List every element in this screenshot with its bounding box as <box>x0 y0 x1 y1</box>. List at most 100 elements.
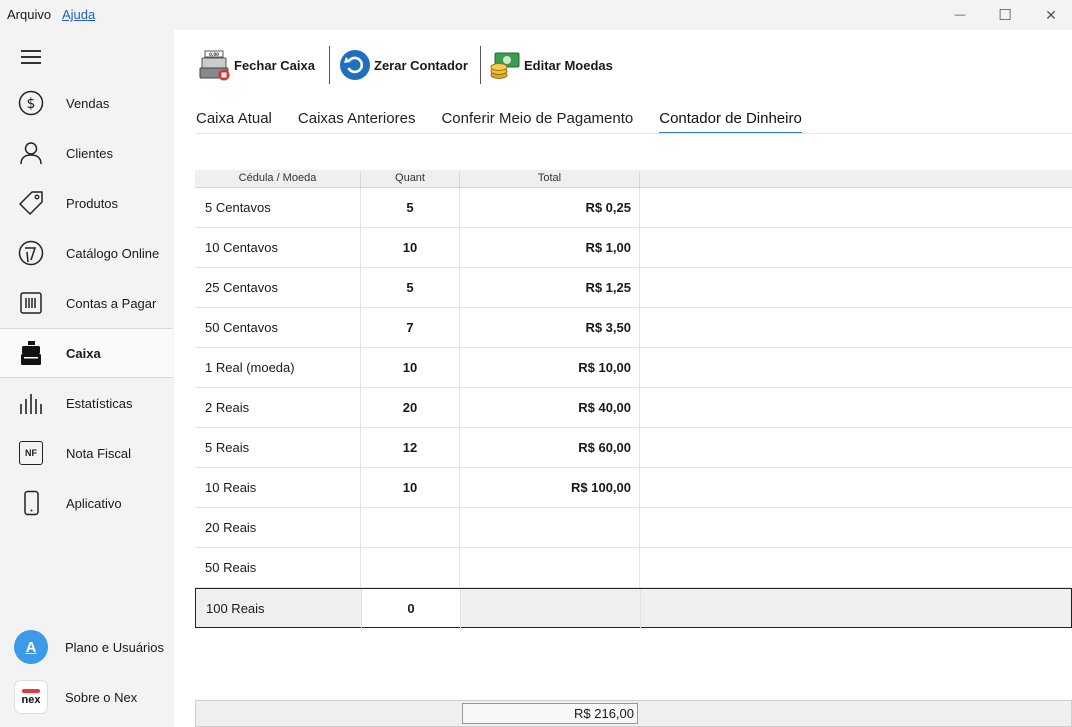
quantity-cell[interactable]: 5 <box>361 200 459 215</box>
table-row[interactable]: 50 Centavos 7 R$ 3,50 <box>195 308 1072 348</box>
maximize-button[interactable]: ☐ <box>982 0 1028 30</box>
phone-icon <box>18 490 44 516</box>
totals-bar: R$ 216,00 <box>195 700 1072 727</box>
denomination-cell: 5 Centavos <box>205 200 271 215</box>
plano-usuarios-item[interactable]: A Plano e Usuários <box>0 625 173 669</box>
sobre-nex-item[interactable]: nex Sobre o Nex <box>0 675 173 719</box>
denomination-cell: 10 Reais <box>205 480 257 495</box>
sobre-nex-label: Sobre o Nex <box>65 689 138 705</box>
zerar-contador-button[interactable]: Zerar Contador <box>339 47 468 83</box>
sidebar-item-label: Caixa <box>66 345 101 361</box>
table-row[interactable]: 25 Centavos 5 R$ 1,25 <box>195 268 1072 308</box>
close-icon: ✕ <box>1045 6 1057 23</box>
editar-moedas-button[interactable]: Editar Moedas <box>489 47 613 83</box>
tab-contador-dinheiro[interactable]: Contador de Dinheiro <box>659 110 802 134</box>
menu-ajuda[interactable]: Ajuda <box>62 7 95 22</box>
total-cell: R$ 40,00 <box>578 400 631 415</box>
quantity-cell[interactable]: 7 <box>361 320 459 335</box>
cash-register-close-icon: 0,00 <box>199 50 230 81</box>
sidebar-item-aplicativo[interactable]: Aplicativo <box>0 478 173 528</box>
menu-arquivo[interactable]: Arquivo <box>7 7 51 22</box>
table-row[interactable]: 5 Reais 12 R$ 60,00 <box>195 428 1072 468</box>
total-cell: R$ 1,00 <box>585 240 631 255</box>
svg-text:$: $ <box>27 96 36 112</box>
table-row[interactable]: 20 Reais <box>195 508 1072 548</box>
cash-register-icon <box>18 340 44 366</box>
cash-counter-grid: Cédula / Moeda Quant Total 5 Centavos 5 R$… <box>195 170 1072 629</box>
table-row[interactable]: 5 Centavos 5 R$ 0,25 <box>195 188 1072 228</box>
denomination-cell: 20 Reais <box>205 520 257 535</box>
total-cell: R$ 0,25 <box>585 200 631 215</box>
sidebar-item-label: Clientes <box>66 145 113 161</box>
table-row[interactable]: 50 Reais <box>195 548 1072 588</box>
fechar-caixa-button[interactable]: 0,00 Fechar Caixa <box>199 47 315 83</box>
sidebar-item-label: Contas a Pagar <box>66 295 157 311</box>
grid-header: Cédula / Moeda Quant Total <box>195 170 1072 190</box>
title-bar: Arquivo Ajuda — ☐ ✕ <box>0 0 1072 30</box>
total-cell: R$ 100,00 <box>571 480 631 495</box>
sidebar-item-nota-fiscal[interactable]: NF Nota Fiscal <box>0 428 173 478</box>
sidebar-item-produtos[interactable]: Produtos <box>0 178 173 228</box>
sidebar-item-clientes[interactable]: Clientes <box>0 128 173 178</box>
table-row[interactable]: 10 Centavos 10 R$ 1,00 <box>195 228 1072 268</box>
fechar-caixa-label: Fechar Caixa <box>234 57 315 73</box>
table-row[interactable]: 100 Reais 0 <box>195 588 1072 629</box>
total-cell: R$ 3,50 <box>585 320 631 335</box>
sidebar-item-contas[interactable]: Contas a Pagar <box>0 278 173 328</box>
denomination-cell: 50 Centavos <box>205 320 278 335</box>
column-header-denomination[interactable]: Cédula / Moeda <box>195 172 360 184</box>
maximize-icon: ☐ <box>998 7 1012 24</box>
tab-divider <box>196 133 1072 134</box>
quantity-cell[interactable]: 5 <box>361 280 459 295</box>
quantity-cell[interactable]: 10 <box>361 360 459 375</box>
total-cell: R$ 1,25 <box>585 280 631 295</box>
quantity-cell[interactable]: 20 <box>361 400 459 415</box>
nota-fiscal-icon: NF <box>18 440 44 466</box>
catalog-icon <box>18 240 44 266</box>
denomination-cell: 50 Reais <box>205 560 257 575</box>
close-button[interactable]: ✕ <box>1028 0 1072 30</box>
main-panel: 0,00 Fechar Caixa Zerar Contador Editar … <box>174 30 1072 727</box>
minimize-icon: — <box>954 9 966 21</box>
hamburger-menu-icon[interactable] <box>21 50 41 64</box>
quantity-cell[interactable]: 10 <box>361 240 459 255</box>
nex-logo: nex <box>14 680 48 714</box>
sidebar-item-label: Aplicativo <box>66 495 122 511</box>
sidebar-item-label: Produtos <box>66 195 119 211</box>
sidebar-item-vendas[interactable]: $ Vendas <box>0 78 173 128</box>
toolbar-divider <box>480 46 481 84</box>
coins-money-icon <box>490 52 520 79</box>
quantity-cell[interactable]: 0 <box>362 601 460 616</box>
quantity-cell[interactable]: 12 <box>361 440 459 455</box>
total-cell: R$ 60,00 <box>578 440 631 455</box>
dollar-circle-icon: $ <box>18 90 44 116</box>
column-header-total[interactable]: Total <box>460 172 639 184</box>
sidebar-item-label: Vendas <box>66 95 110 111</box>
sidebar-item-label: Nota Fiscal <box>66 445 132 461</box>
tab-caixa-atual[interactable]: Caixa Atual <box>196 110 272 134</box>
denomination-cell: 1 Real (moeda) <box>205 360 295 375</box>
sidebar-item-catalogo[interactable]: Catálogo Online <box>0 228 173 278</box>
tag-icon <box>18 190 44 216</box>
table-row[interactable]: 1 Real (moeda) 10 R$ 10,00 <box>195 348 1072 388</box>
tab-conferir-meio-pagamento[interactable]: Conferir Meio de Pagamento <box>441 110 633 134</box>
sidebar-item-estatisticas[interactable]: Estatísticas <box>0 378 173 428</box>
sidebar-item-label: Catálogo Online <box>66 245 160 261</box>
editar-moedas-label: Editar Moedas <box>524 57 613 73</box>
denomination-cell: 5 Reais <box>205 440 250 455</box>
denomination-cell: 2 Reais <box>205 400 250 415</box>
zerar-contador-label: Zerar Contador <box>374 57 468 73</box>
total-cell: R$ 10,00 <box>578 360 631 375</box>
denomination-cell: 10 Centavos <box>205 240 278 255</box>
sidebar-item-caixa[interactable]: Caixa <box>0 328 173 378</box>
column-header-quantity[interactable]: Quant <box>361 172 459 184</box>
table-row[interactable]: 10 Reais 10 R$ 100,00 <box>195 468 1072 508</box>
denomination-cell: 100 Reais <box>206 601 265 616</box>
tab-caixas-anteriores[interactable]: Caixas Anteriores <box>298 110 416 134</box>
table-row[interactable]: 2 Reais 20 R$ 40,00 <box>195 388 1072 428</box>
grid-body: 5 Centavos 5 R$ 0,25 10 Centavos 10 R$ 1,00 25… <box>195 188 1072 629</box>
toolbar: 0,00 Fechar Caixa Zerar Contador Editar … <box>174 30 1072 100</box>
minimize-button[interactable]: — <box>937 0 983 30</box>
barcode-icon <box>18 290 44 316</box>
quantity-cell[interactable]: 10 <box>361 480 459 495</box>
